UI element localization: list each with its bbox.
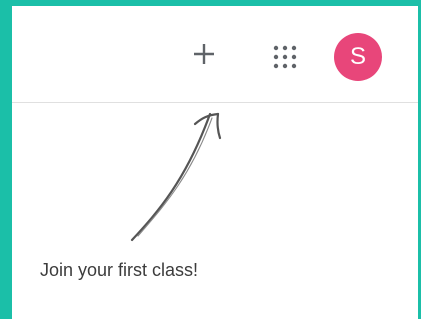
apps-button[interactable] <box>273 45 297 69</box>
hand-drawn-arrow-icon <box>130 112 222 242</box>
app-window: S Join your first class! <box>12 6 418 319</box>
plus-icon <box>194 44 214 64</box>
add-class-button[interactable] <box>192 42 216 66</box>
empty-state-message: Join your first class! <box>40 260 199 280</box>
grid-icon <box>273 45 297 69</box>
top-bar: S <box>12 6 418 103</box>
account-avatar[interactable]: S <box>334 33 382 81</box>
